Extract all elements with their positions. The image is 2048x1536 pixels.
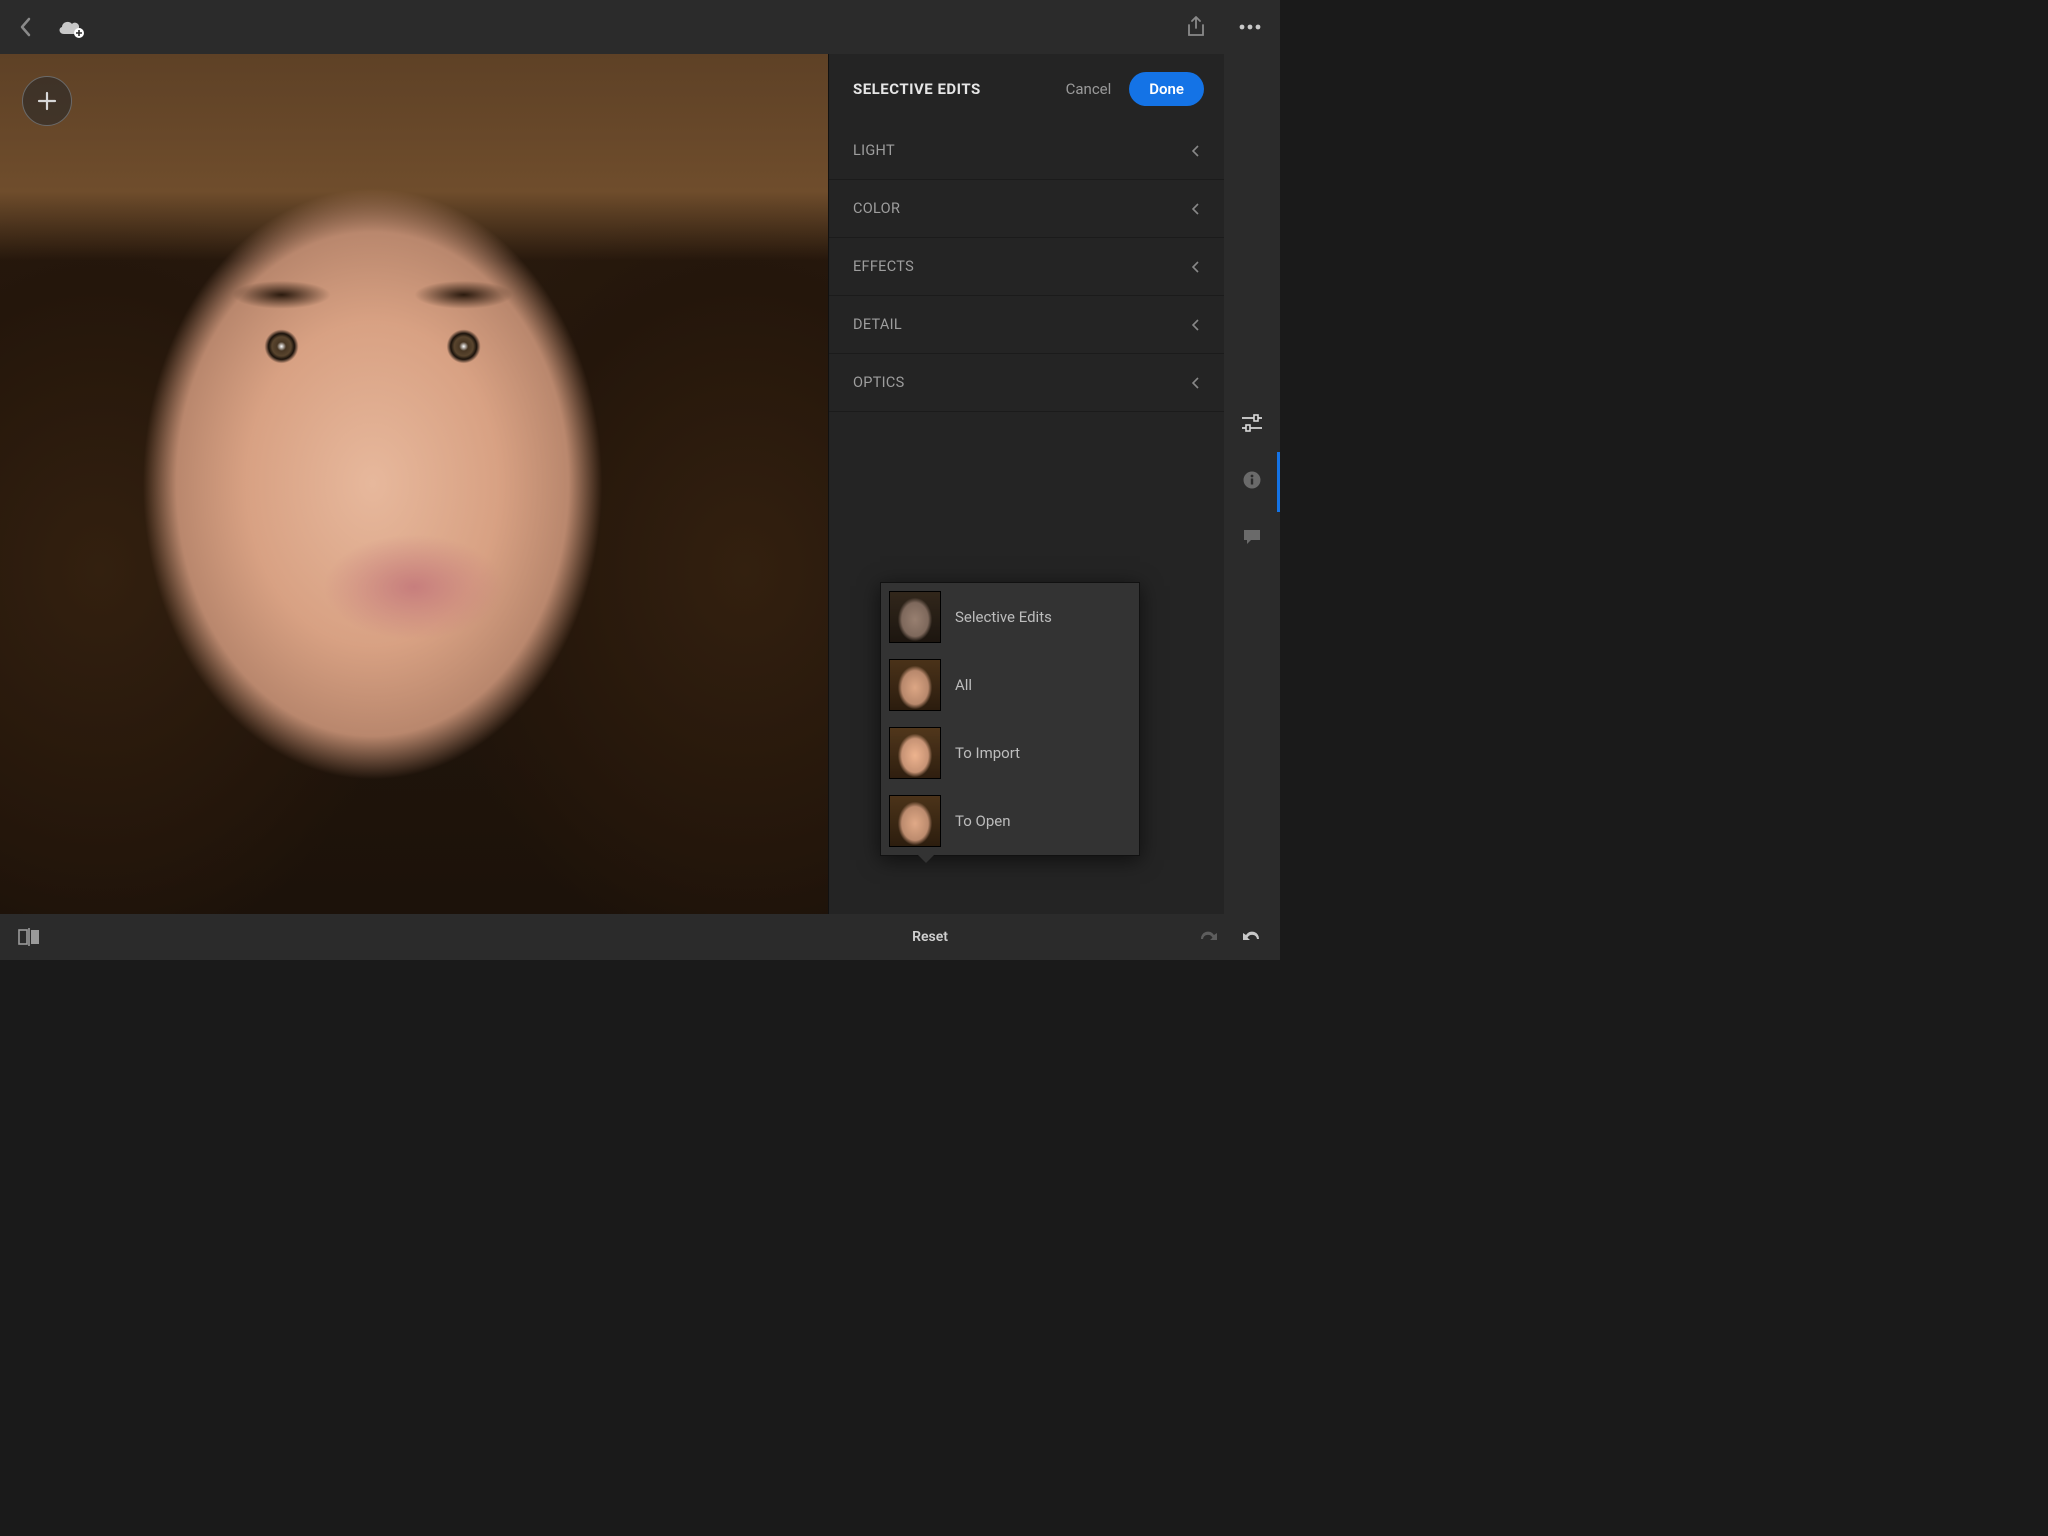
comment-button[interactable] — [1242, 528, 1262, 546]
caret-left-icon — [1192, 377, 1200, 389]
section-label: COLOR — [853, 200, 900, 217]
right-rail — [1224, 54, 1280, 914]
portrait-image — [0, 54, 828, 914]
preview-thumb — [889, 727, 941, 779]
preview-thumb — [889, 591, 941, 643]
share-button[interactable] — [1186, 16, 1206, 38]
section-label: EFFECTS — [853, 258, 914, 275]
chevron-left-icon — [18, 16, 34, 38]
reset-menu-item-selective[interactable]: Selective Edits — [881, 583, 1139, 651]
cloud-add-icon — [56, 16, 86, 38]
undo-icon — [1240, 929, 1262, 945]
caret-left-icon — [1192, 319, 1200, 331]
panel-header: SELECTIVE EDITS Cancel Done — [829, 54, 1224, 122]
section-label: LIGHT — [853, 142, 895, 159]
compare-button[interactable] — [18, 928, 40, 946]
reset-menu-item-all[interactable]: All — [881, 651, 1139, 719]
panel-title: SELECTIVE EDITS — [853, 80, 981, 98]
section-label: OPTICS — [853, 374, 905, 391]
preview-thumb — [889, 659, 941, 711]
undo-button[interactable] — [1240, 929, 1262, 945]
reset-menu-item-open[interactable]: To Open — [881, 787, 1139, 855]
redo-button[interactable] — [1198, 929, 1220, 945]
cancel-button[interactable]: Cancel — [1066, 80, 1112, 98]
main-area: SELECTIVE EDITS Cancel Done LIGHT COLOR … — [0, 54, 1280, 914]
more-icon — [1238, 23, 1262, 31]
info-icon — [1242, 470, 1262, 490]
reset-menu-item-import[interactable]: To Import — [881, 719, 1139, 787]
done-button[interactable]: Done — [1129, 72, 1204, 106]
active-indicator — [1277, 452, 1280, 512]
sliders-icon — [1241, 414, 1263, 432]
share-icon — [1186, 16, 1206, 38]
cloud-sync-button[interactable] — [56, 16, 86, 38]
info-button[interactable] — [1242, 470, 1262, 490]
comment-icon — [1242, 528, 1262, 546]
preview-thumb — [889, 795, 941, 847]
top-toolbar — [0, 0, 1280, 54]
reset-button[interactable]: Reset — [912, 929, 948, 945]
section-label: DETAIL — [853, 316, 902, 333]
section-optics[interactable]: OPTICS — [829, 354, 1224, 412]
section-detail[interactable]: DETAIL — [829, 296, 1224, 354]
add-selection-button[interactable] — [22, 76, 72, 126]
photo-canvas[interactable] — [0, 54, 828, 914]
more-button[interactable] — [1238, 23, 1262, 31]
compare-icon — [18, 928, 40, 946]
plus-icon — [36, 90, 58, 112]
back-button[interactable] — [18, 16, 34, 38]
menu-pointer — [917, 854, 935, 863]
caret-left-icon — [1192, 145, 1200, 157]
reset-menu: Selective Edits All To Import To Open — [880, 582, 1140, 856]
caret-left-icon — [1192, 261, 1200, 273]
menu-label: All — [955, 676, 972, 694]
redo-icon — [1198, 929, 1220, 945]
section-effects[interactable]: EFFECTS — [829, 238, 1224, 296]
menu-label: To Import — [955, 744, 1020, 762]
section-light[interactable]: LIGHT — [829, 122, 1224, 180]
adjust-tool-button[interactable] — [1241, 414, 1263, 432]
caret-left-icon — [1192, 203, 1200, 215]
bottom-toolbar: Reset — [0, 914, 1280, 960]
menu-label: To Open — [955, 812, 1010, 830]
section-color[interactable]: COLOR — [829, 180, 1224, 238]
menu-label: Selective Edits — [955, 608, 1052, 626]
